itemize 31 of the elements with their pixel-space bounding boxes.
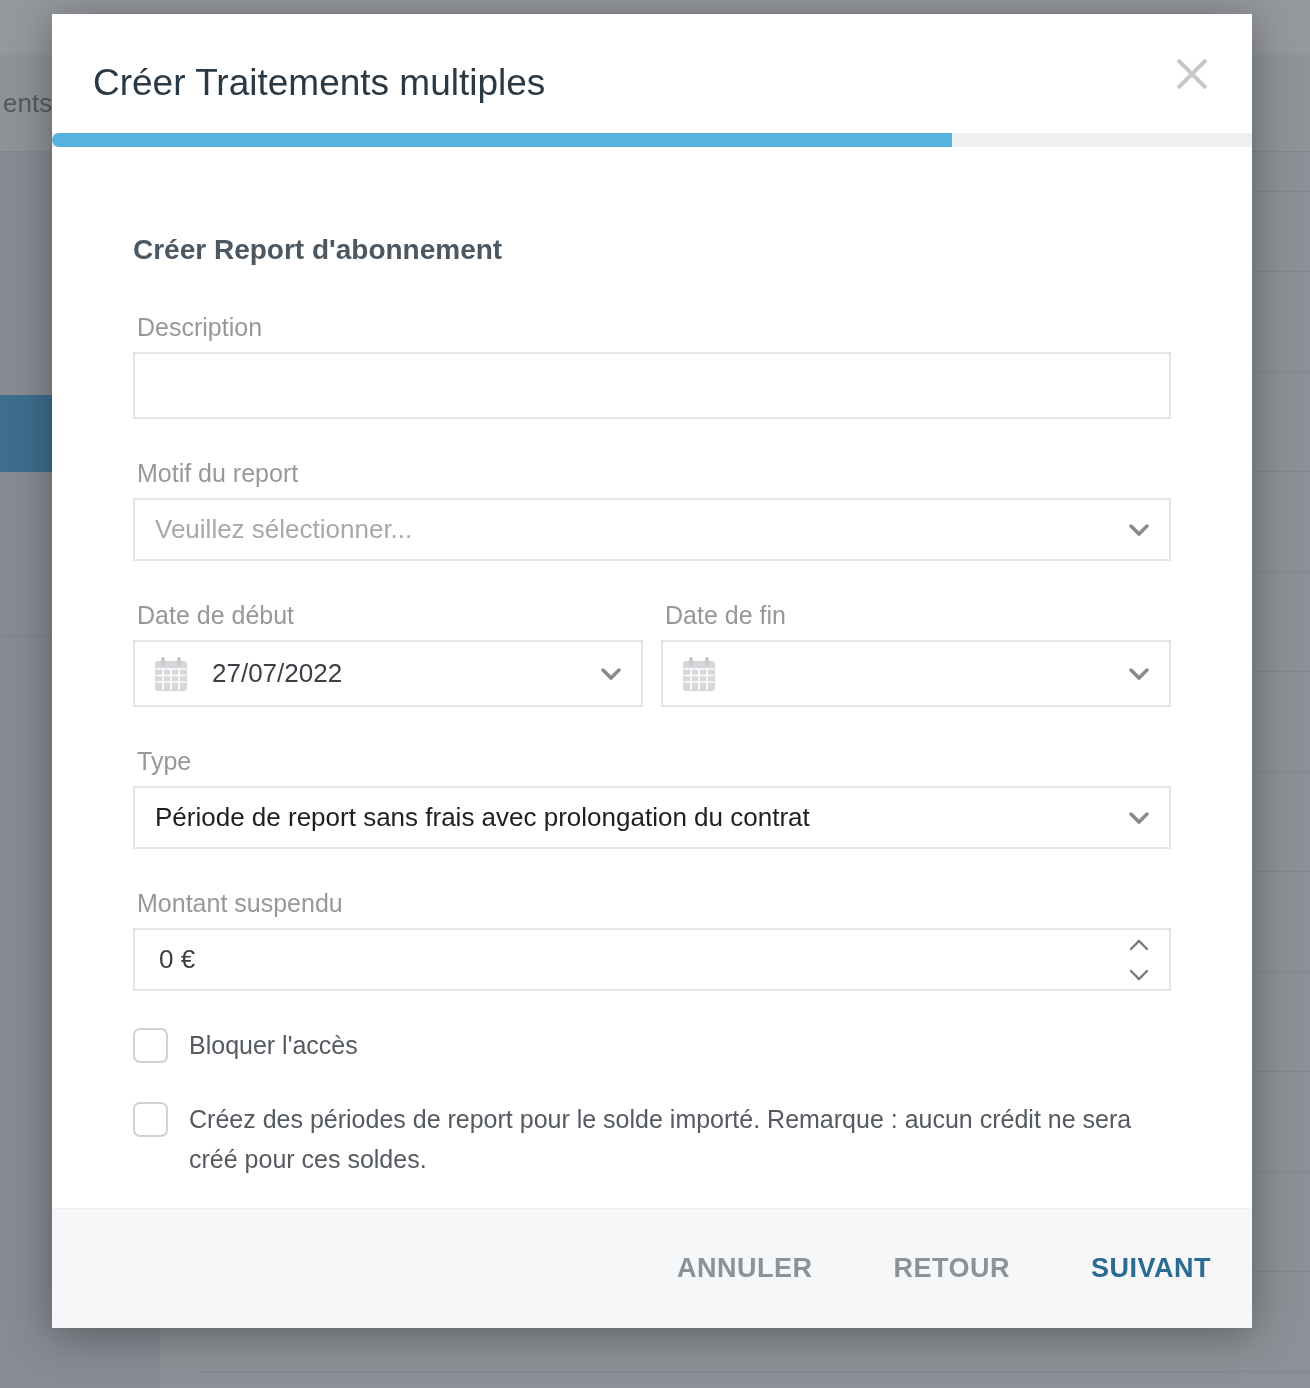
tab-label: ents: [3, 87, 53, 119]
field-label: Montant suspendu: [136, 888, 344, 919]
date-field[interactable]: 27/07/2022: [133, 640, 643, 707]
dialog-title: Créer Traitements multiples: [93, 61, 546, 104]
chevron-down-icon: [1129, 523, 1149, 536]
field-label: Motif du report: [136, 458, 300, 489]
chevron-down-icon: [1129, 811, 1149, 824]
chevron-down-icon[interactable]: [1129, 968, 1149, 981]
field-label: Date de fin: [664, 600, 787, 631]
calendar-icon: [155, 656, 187, 691]
field-label: Type: [136, 746, 193, 777]
field-label: Date de début: [136, 600, 296, 631]
field-label: Description: [136, 312, 264, 343]
close-button[interactable]: [1176, 57, 1208, 90]
checkbox-label: Créez des périodes de report pour le solde importé. Remarque : aucun crédit ne sera créé pour ces soldes.: [189, 1104, 1133, 1175]
close-icon: [1176, 57, 1208, 90]
chevron-down-icon: [601, 667, 621, 680]
number-field[interactable]: 0 €: [133, 928, 1171, 991]
calendar-icon: [683, 656, 715, 691]
chevron-down-icon: [1129, 667, 1149, 680]
text-field[interactable]: [133, 352, 1171, 419]
checkbox[interactable]: [133, 1028, 168, 1063]
checkbox[interactable]: [133, 1102, 168, 1137]
footer-button[interactable]: RETOUR: [873, 1241, 1030, 1296]
chevron-up-icon[interactable]: [1129, 938, 1149, 951]
footer-button[interactable]: ANNULER: [656, 1241, 833, 1296]
select-field[interactable]: Période de report sans frais avec prolongation du contrat: [133, 786, 1171, 849]
section-title: Créer Report d'abonnement: [133, 233, 504, 267]
date-field[interactable]: [661, 640, 1171, 707]
next-button[interactable]: SUIVANT: [1071, 1241, 1231, 1296]
checkbox-label: Bloquer l'accès: [189, 1030, 358, 1061]
